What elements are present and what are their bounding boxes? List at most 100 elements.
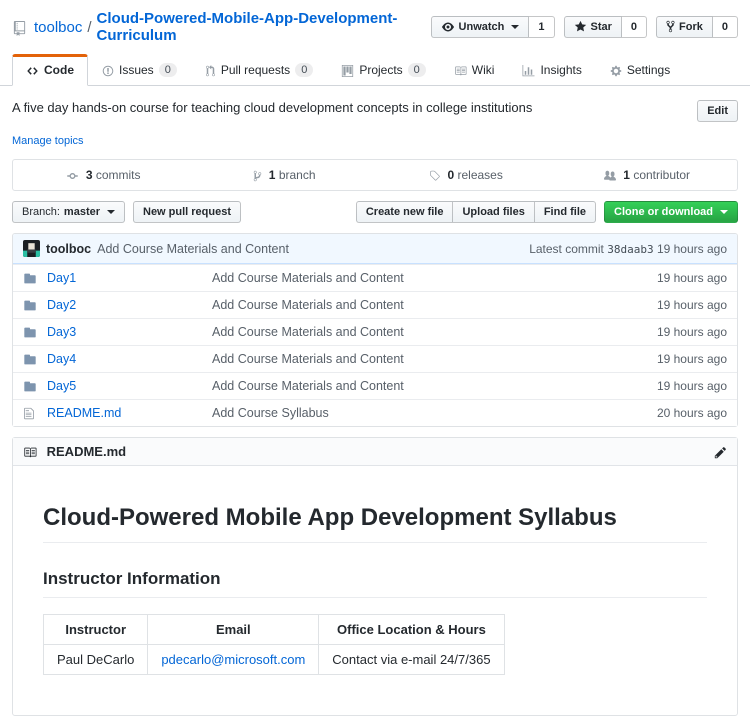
repo-icon <box>12 19 27 36</box>
owner-link[interactable]: toolboc <box>34 19 82 36</box>
tab-insights[interactable]: Insights <box>508 54 595 86</box>
edit-button[interactable]: Edit <box>697 100 738 122</box>
readme-filename: README.md <box>46 444 127 459</box>
file-row: Day4 Add Course Materials and Content 19… <box>13 345 737 372</box>
star-icon <box>574 20 587 34</box>
releases-stat[interactable]: 0 releases <box>375 160 556 190</box>
file-link[interactable]: Day2 <box>47 298 76 312</box>
watch-group: Unwatch 1 <box>430 16 555 38</box>
tab-settings[interactable]: Settings <box>596 54 684 86</box>
file-commit-message-link[interactable]: Add Course Materials and Content <box>212 271 404 285</box>
caret-down-icon <box>107 210 115 214</box>
pencil-icon[interactable] <box>714 444 727 459</box>
releases-label: releases <box>457 168 503 182</box>
tab-pull-requests[interactable]: Pull requests 0 <box>191 54 328 86</box>
file-link[interactable]: Day4 <box>47 352 76 366</box>
branch-select-button[interactable]: Branch: master <box>12 201 125 223</box>
readme-header: README.md <box>13 438 737 466</box>
fork-count[interactable]: 0 <box>712 16 738 38</box>
watch-count[interactable]: 1 <box>529 16 555 38</box>
file-link[interactable]: Day5 <box>47 379 76 393</box>
star-count[interactable]: 0 <box>621 16 648 38</box>
caret-down-icon <box>511 25 520 29</box>
tab-code[interactable]: Code <box>12 54 88 86</box>
latest-commit-time: 19 hours ago <box>656 241 727 256</box>
unwatch-button[interactable]: Unwatch <box>430 16 530 38</box>
tag-icon <box>428 168 441 182</box>
readme-content: Cloud-Powered Mobile App Development Syl… <box>13 466 737 715</box>
readme-box: README.md Cloud-Powered Mobile App Devel… <box>12 437 738 716</box>
tab-issues[interactable]: Issues 0 <box>88 54 191 86</box>
clone-label: Clone or download <box>614 206 713 218</box>
issues-counter: 0 <box>158 63 177 77</box>
file-row: Day5 Add Course Materials and Content 19… <box>13 372 737 399</box>
eye-icon <box>441 20 455 34</box>
folder-icon <box>23 352 47 366</box>
book-icon <box>23 444 37 459</box>
tab-code-label: Code <box>44 63 74 77</box>
contributors-count: 1 <box>623 168 630 182</box>
file-age: 20 hours ago <box>656 406 727 420</box>
contributors-label: contributor <box>633 168 691 182</box>
folder-icon <box>23 379 47 393</box>
table-header: Office Location & Hours <box>318 614 505 645</box>
commit-message-link[interactable]: Add Course Materials and Content <box>97 242 289 256</box>
file-commit-message-link[interactable]: Add Course Syllabus <box>212 406 329 420</box>
file-commit-message-link[interactable]: Add Course Materials and Content <box>212 325 404 339</box>
wiki-book-icon <box>454 63 467 77</box>
breadcrumb: toolboc / Cloud-Powered-Mobile-App-Devel… <box>12 10 431 44</box>
find-file-button[interactable]: Find file <box>533 201 596 223</box>
tab-projects-label: Projects <box>359 63 403 77</box>
instructor-name: Paul DeCarlo <box>42 644 149 675</box>
pull-request-icon <box>205 63 216 77</box>
repo-description-row: A five day hands-on course for teaching … <box>0 86 750 122</box>
manage-topics-row: Manage topics <box>0 122 750 147</box>
file-link[interactable]: Day1 <box>47 271 76 285</box>
commit-author-link[interactable]: toolboc <box>46 242 91 256</box>
branches-stat[interactable]: 1 branch <box>194 160 375 190</box>
tab-issues-label: Issues <box>119 63 154 77</box>
file-commit-message-link[interactable]: Add Course Materials and Content <box>212 298 404 312</box>
repo-stats-bar: 3 commits 1 branch 0 releases 1 contribu… <box>12 159 738 191</box>
issue-icon <box>102 63 114 77</box>
file-commit-message-link[interactable]: Add Course Materials and Content <box>212 379 404 393</box>
file-row: Day3 Add Course Materials and Content 19… <box>13 318 737 345</box>
contributors-stat[interactable]: 1 contributor <box>556 160 737 190</box>
commit-icon <box>66 168 79 182</box>
people-icon <box>603 168 617 182</box>
tab-projects[interactable]: Projects 0 <box>327 54 439 86</box>
upload-files-button[interactable]: Upload files <box>452 201 535 223</box>
repo-actions: Unwatch 1 Star 0 Fork 0 <box>430 16 738 38</box>
commits-count: 3 <box>85 168 93 182</box>
email-link[interactable]: pdecarlo@microsoft.com <box>161 652 305 667</box>
fork-button[interactable]: Fork <box>656 16 713 38</box>
clone-or-download-button[interactable]: Clone or download <box>604 201 738 223</box>
file-row: Day1 Add Course Materials and Content 19… <box>13 264 737 291</box>
file-row: Day2 Add Course Materials and Content 19… <box>13 291 737 318</box>
file-commit-message-link[interactable]: Add Course Materials and Content <box>212 352 404 366</box>
latest-commit-bar: toolboc Add Course Materials and Content… <box>13 234 737 264</box>
table-header: Email <box>147 614 320 645</box>
manage-topics-link[interactable]: Manage topics <box>12 135 84 147</box>
commit-sha-link[interactable]: 38daab3 <box>607 243 653 256</box>
file-link[interactable]: README.md <box>47 406 121 420</box>
releases-count: 0 <box>447 168 455 182</box>
instructor-table: Instructor Email Office Location & Hours… <box>42 614 505 675</box>
file-age: 19 hours ago <box>656 298 727 312</box>
new-pull-request-button[interactable]: New pull request <box>133 201 242 223</box>
star-label: Star <box>590 21 612 33</box>
commits-stat[interactable]: 3 commits <box>13 160 194 190</box>
star-button[interactable]: Star <box>563 16 622 38</box>
tab-wiki[interactable]: Wiki <box>440 54 509 86</box>
branches-label: branch <box>278 168 316 182</box>
branch-value: master <box>63 206 100 218</box>
create-new-file-button[interactable]: Create new file <box>355 201 454 223</box>
unwatch-label: Unwatch <box>458 21 505 33</box>
repo-name-link[interactable]: Cloud-Powered-Mobile-App-Development-Cur… <box>97 10 431 44</box>
readme-section-heading: Instructor Information <box>43 569 707 598</box>
file-age: 19 hours ago <box>656 352 727 366</box>
tab-pulls-label: Pull requests <box>220 63 291 77</box>
file-link[interactable]: Day3 <box>47 325 76 339</box>
avatar[interactable] <box>23 240 40 257</box>
repo-description: A five day hands-on course for teaching … <box>12 100 533 115</box>
